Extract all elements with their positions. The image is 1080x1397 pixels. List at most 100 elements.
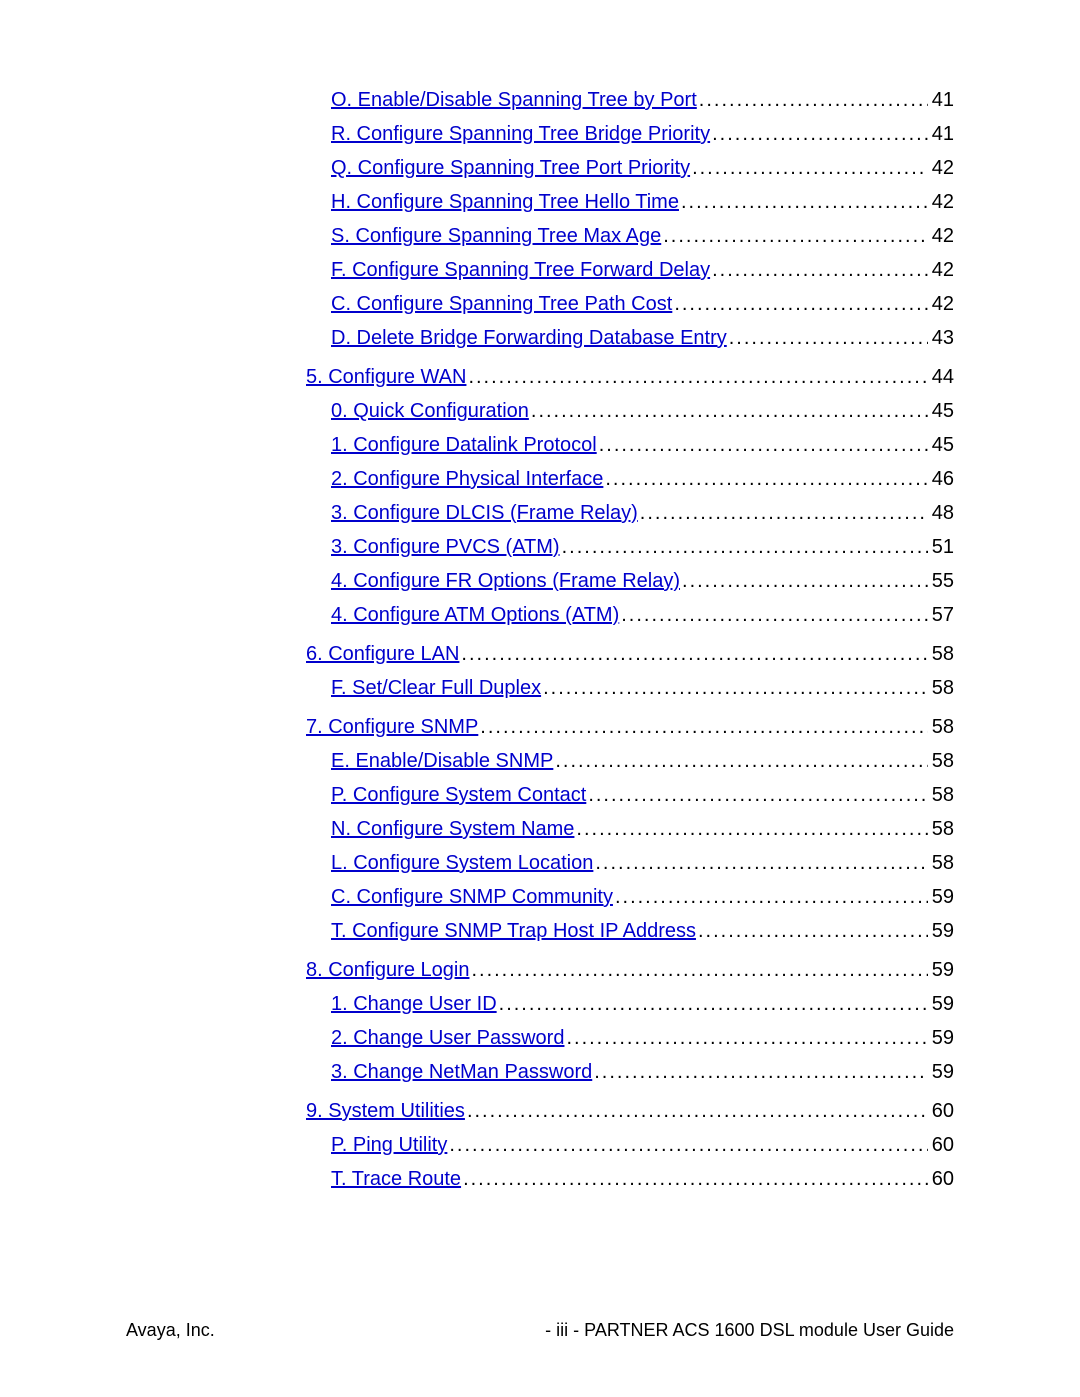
- toc-link[interactable]: 9. System Utilities: [306, 1099, 465, 1123]
- toc-leader-dots: [459, 642, 927, 666]
- toc-leader-dots: [727, 326, 928, 350]
- toc-page-number: 42: [928, 258, 954, 282]
- toc-link[interactable]: 0. Quick Configuration: [331, 399, 529, 423]
- toc-entry: 3. Configure PVCS (ATM) 51: [126, 535, 954, 559]
- toc-leader-dots: [696, 919, 928, 943]
- toc-link[interactable]: 3. Change NetMan Password: [331, 1060, 592, 1084]
- toc-entry: 9. System Utilities 60: [126, 1099, 954, 1123]
- toc-leader-dots: [465, 1099, 928, 1123]
- toc-page-number: 59: [928, 958, 954, 982]
- toc-leader-dots: [710, 258, 928, 282]
- toc-link[interactable]: E. Enable/Disable SNMP: [331, 749, 553, 773]
- toc-link[interactable]: O. Enable/Disable Spanning Tree by Port: [331, 88, 697, 112]
- toc-link[interactable]: 8. Configure Login: [306, 958, 469, 982]
- toc-page-number: 46: [928, 467, 954, 491]
- toc-entry: 3. Configure DLCIS (Frame Relay) 48: [126, 501, 954, 525]
- toc-link[interactable]: 2. Change User Password: [331, 1026, 564, 1050]
- toc-entry: D. Delete Bridge Forwarding Database Ent…: [126, 326, 954, 350]
- toc-leader-dots: [672, 292, 927, 316]
- toc-page-number: 58: [928, 783, 954, 807]
- toc-link[interactable]: T. Trace Route: [331, 1167, 461, 1191]
- toc-leader-dots: [560, 535, 928, 559]
- toc-link[interactable]: 5. Configure WAN: [306, 365, 466, 389]
- toc-leader-dots: [461, 1167, 928, 1191]
- toc-leader-dots: [529, 399, 928, 423]
- toc-link[interactable]: P. Ping Utility: [331, 1133, 447, 1157]
- toc-entry: 7. Configure SNMP58: [126, 715, 954, 739]
- toc-entry: T. Configure SNMP Trap Host IP Address 59: [126, 919, 954, 943]
- toc-entry: 2. Change User Password 59: [126, 1026, 954, 1050]
- toc-leader-dots: [679, 190, 928, 214]
- table-of-contents: O. Enable/Disable Spanning Tree by Port 4…: [126, 88, 954, 1191]
- toc-entry: O. Enable/Disable Spanning Tree by Port 4…: [126, 88, 954, 112]
- toc-page-number: 60: [928, 1133, 954, 1157]
- toc-entry: 3. Change NetMan Password 59: [126, 1060, 954, 1084]
- toc-link[interactable]: P. Configure System Contact: [331, 783, 586, 807]
- toc-page-number: 41: [928, 88, 954, 112]
- toc-entry: P. Configure System Contact 58: [126, 783, 954, 807]
- toc-page-number: 58: [928, 749, 954, 773]
- toc-link[interactable]: 6. Configure LAN: [306, 642, 459, 666]
- document-page: O. Enable/Disable Spanning Tree by Port 4…: [0, 0, 1080, 1397]
- toc-page-number: 57: [928, 603, 954, 627]
- toc-link[interactable]: 3. Configure PVCS (ATM): [331, 535, 560, 559]
- page-footer: Avaya, Inc. - iii - PARTNER ACS 1600 DSL…: [126, 1320, 954, 1341]
- toc-link[interactable]: Q. Configure Spanning Tree Port Priority: [331, 156, 690, 180]
- toc-link[interactable]: F. Configure Spanning Tree Forward Delay: [331, 258, 710, 282]
- toc-link[interactable]: 1. Configure Datalink Protocol: [331, 433, 597, 457]
- toc-page-number: 42: [928, 224, 954, 248]
- toc-link[interactable]: S. Configure Spanning Tree Max Age: [331, 224, 661, 248]
- toc-page-number: 59: [928, 1060, 954, 1084]
- toc-entry: 5. Configure WAN44: [126, 365, 954, 389]
- toc-page-number: 59: [928, 919, 954, 943]
- toc-page-number: 48: [928, 501, 954, 525]
- toc-link[interactable]: 1. Change User ID: [331, 992, 497, 1016]
- toc-leader-dots: [469, 958, 927, 982]
- toc-page-number: 45: [928, 433, 954, 457]
- toc-leader-dots: [597, 433, 928, 457]
- toc-entry: Q. Configure Spanning Tree Port Priority…: [126, 156, 954, 180]
- toc-page-number: 60: [928, 1167, 954, 1191]
- toc-entry: 8. Configure Login 59: [126, 958, 954, 982]
- toc-entry: R. Configure Spanning Tree Bridge Priori…: [126, 122, 954, 146]
- toc-entry: L. Configure System Location58: [126, 851, 954, 875]
- toc-link[interactable]: 7. Configure SNMP: [306, 715, 478, 739]
- toc-entry: 1. Change User ID59: [126, 992, 954, 1016]
- toc-link[interactable]: L. Configure System Location: [331, 851, 593, 875]
- toc-link[interactable]: 4. Configure ATM Options (ATM): [331, 603, 619, 627]
- toc-entry: H. Configure Spanning Tree Hello Time42: [126, 190, 954, 214]
- toc-page-number: 45: [928, 399, 954, 423]
- toc-link[interactable]: 2. Configure Physical Interface: [331, 467, 603, 491]
- toc-link[interactable]: 3. Configure DLCIS (Frame Relay): [331, 501, 638, 525]
- toc-page-number: 58: [928, 642, 954, 666]
- toc-leader-dots: [603, 467, 927, 491]
- toc-leader-dots: [497, 992, 928, 1016]
- toc-entry: C. Configure SNMP Community 59: [126, 885, 954, 909]
- toc-link[interactable]: H. Configure Spanning Tree Hello Time: [331, 190, 679, 214]
- toc-link[interactable]: F. Set/Clear Full Duplex: [331, 676, 541, 700]
- toc-link[interactable]: D. Delete Bridge Forwarding Database Ent…: [331, 326, 727, 350]
- toc-leader-dots: [574, 817, 927, 841]
- toc-entry: 2. Configure Physical Interface 46: [126, 467, 954, 491]
- toc-entry: C. Configure Spanning Tree Path Cost 42: [126, 292, 954, 316]
- toc-link[interactable]: C. Configure SNMP Community: [331, 885, 613, 909]
- toc-leader-dots: [586, 783, 927, 807]
- toc-link[interactable]: C. Configure Spanning Tree Path Cost: [331, 292, 672, 316]
- toc-leader-dots: [541, 676, 928, 700]
- toc-entry: F. Set/Clear Full Duplex58: [126, 676, 954, 700]
- toc-leader-dots: [710, 122, 928, 146]
- toc-link[interactable]: N. Configure System Name: [331, 817, 574, 841]
- toc-page-number: 59: [928, 1026, 954, 1050]
- toc-page-number: 42: [928, 292, 954, 316]
- toc-leader-dots: [466, 365, 927, 389]
- toc-link[interactable]: R. Configure Spanning Tree Bridge Priori…: [331, 122, 710, 146]
- toc-page-number: 60: [928, 1099, 954, 1123]
- footer-title: - iii - PARTNER ACS 1600 DSL module User…: [545, 1320, 954, 1341]
- toc-page-number: 51: [928, 535, 954, 559]
- toc-page-number: 59: [928, 885, 954, 909]
- footer-company: Avaya, Inc.: [126, 1320, 215, 1341]
- toc-link[interactable]: T. Configure SNMP Trap Host IP Address: [331, 919, 696, 943]
- toc-entry: P. Ping Utility 60: [126, 1133, 954, 1157]
- toc-link[interactable]: 4. Configure FR Options (Frame Relay): [331, 569, 680, 593]
- toc-leader-dots: [690, 156, 928, 180]
